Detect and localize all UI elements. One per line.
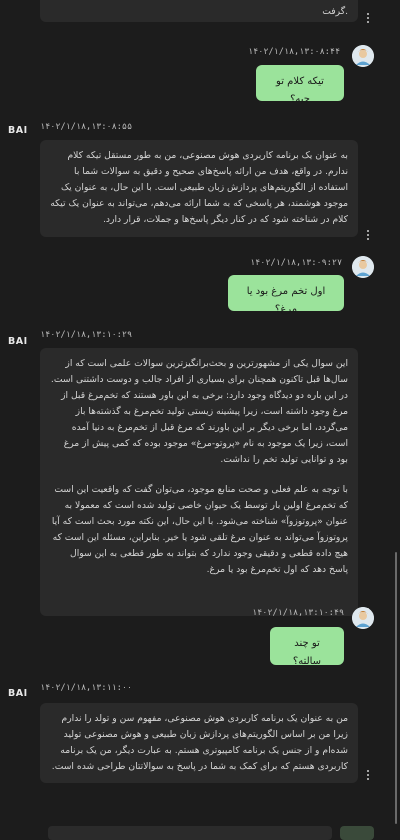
user-message-text: تو چند سالته؟: [292, 638, 322, 667]
message-timestamp: ۱۴۰۲/۱/۱۸,۱۳:۰۹:۲۷: [250, 258, 343, 268]
more-options-icon[interactable]: [366, 13, 370, 25]
bot-message-bubble: من به عنوان یک برنامه کاربردی هوش مصنوعی…: [40, 703, 358, 783]
bot-message-bubble: .گرفت: [40, 0, 358, 22]
message-timestamp: ۱۴۰۲/۱/۱۸,۱۳:۰۸:۵۵: [40, 122, 133, 132]
user-message-bubble: تیکه کلام تو چیه؟: [256, 65, 344, 105]
bai-logo: BAI: [8, 125, 28, 136]
bot-message-paragraph: من به عنوان یک برنامه کاربردی هوش مصنوعی…: [51, 713, 348, 772]
user-avatar-icon: [352, 45, 374, 67]
bot-message-paragraph: به عنوان یک برنامه کاربردی هوش مصنوعی، م…: [50, 150, 348, 225]
user-message-text: تیکه کلام تو چیه؟: [276, 76, 324, 105]
message-input-area[interactable]: [48, 826, 332, 840]
message-timestamp: ۱۴۰۲/۱/۱۸,۱۳:۱۱:۰۰: [40, 683, 133, 693]
bai-logo: BAI: [8, 688, 28, 699]
more-options-icon[interactable]: [366, 230, 370, 242]
bot-message-paragraph: این سوال یکی از مشهورترین و بحث‌برانگیزت…: [50, 358, 348, 465]
scrollbar-thumb[interactable]: [395, 552, 397, 824]
bai-logo: BAI: [8, 336, 28, 347]
send-button[interactable]: [340, 826, 374, 840]
user-message-text: اول تخم مرغ بود یا مرغ؟: [246, 286, 326, 315]
user-message-bubble: اول تخم مرغ بود یا مرغ؟: [228, 275, 344, 315]
bot-message-bubble: به عنوان یک برنامه کاربردی هوش مصنوعی، م…: [40, 140, 358, 237]
user-avatar-icon: [352, 256, 374, 278]
user-message-bubble: تو چند سالته؟: [270, 627, 344, 667]
bot-message-paragraph: با توجه به علم فعلی و صحت منابع موجود، م…: [51, 484, 348, 575]
message-timestamp: ۱۴۰۲/۱/۱۸,۱۳:۱۰:۴۹: [252, 608, 345, 618]
more-options-icon[interactable]: [366, 770, 370, 782]
bot-message-text: .گرفت: [322, 6, 348, 17]
user-avatar: [352, 256, 374, 278]
user-avatar: [352, 607, 374, 629]
message-timestamp: ۱۴۰۲/۱/۱۸,۱۳:۱۰:۲۹: [40, 330, 133, 340]
bot-message-bubble: این سوال یکی از مشهورترین و بحث‌برانگیزت…: [40, 348, 358, 616]
user-avatar-icon: [352, 607, 374, 629]
message-timestamp: ۱۴۰۲/۱/۱۸,۱۳:۰۸:۴۴: [248, 47, 341, 57]
user-avatar: [352, 45, 374, 67]
